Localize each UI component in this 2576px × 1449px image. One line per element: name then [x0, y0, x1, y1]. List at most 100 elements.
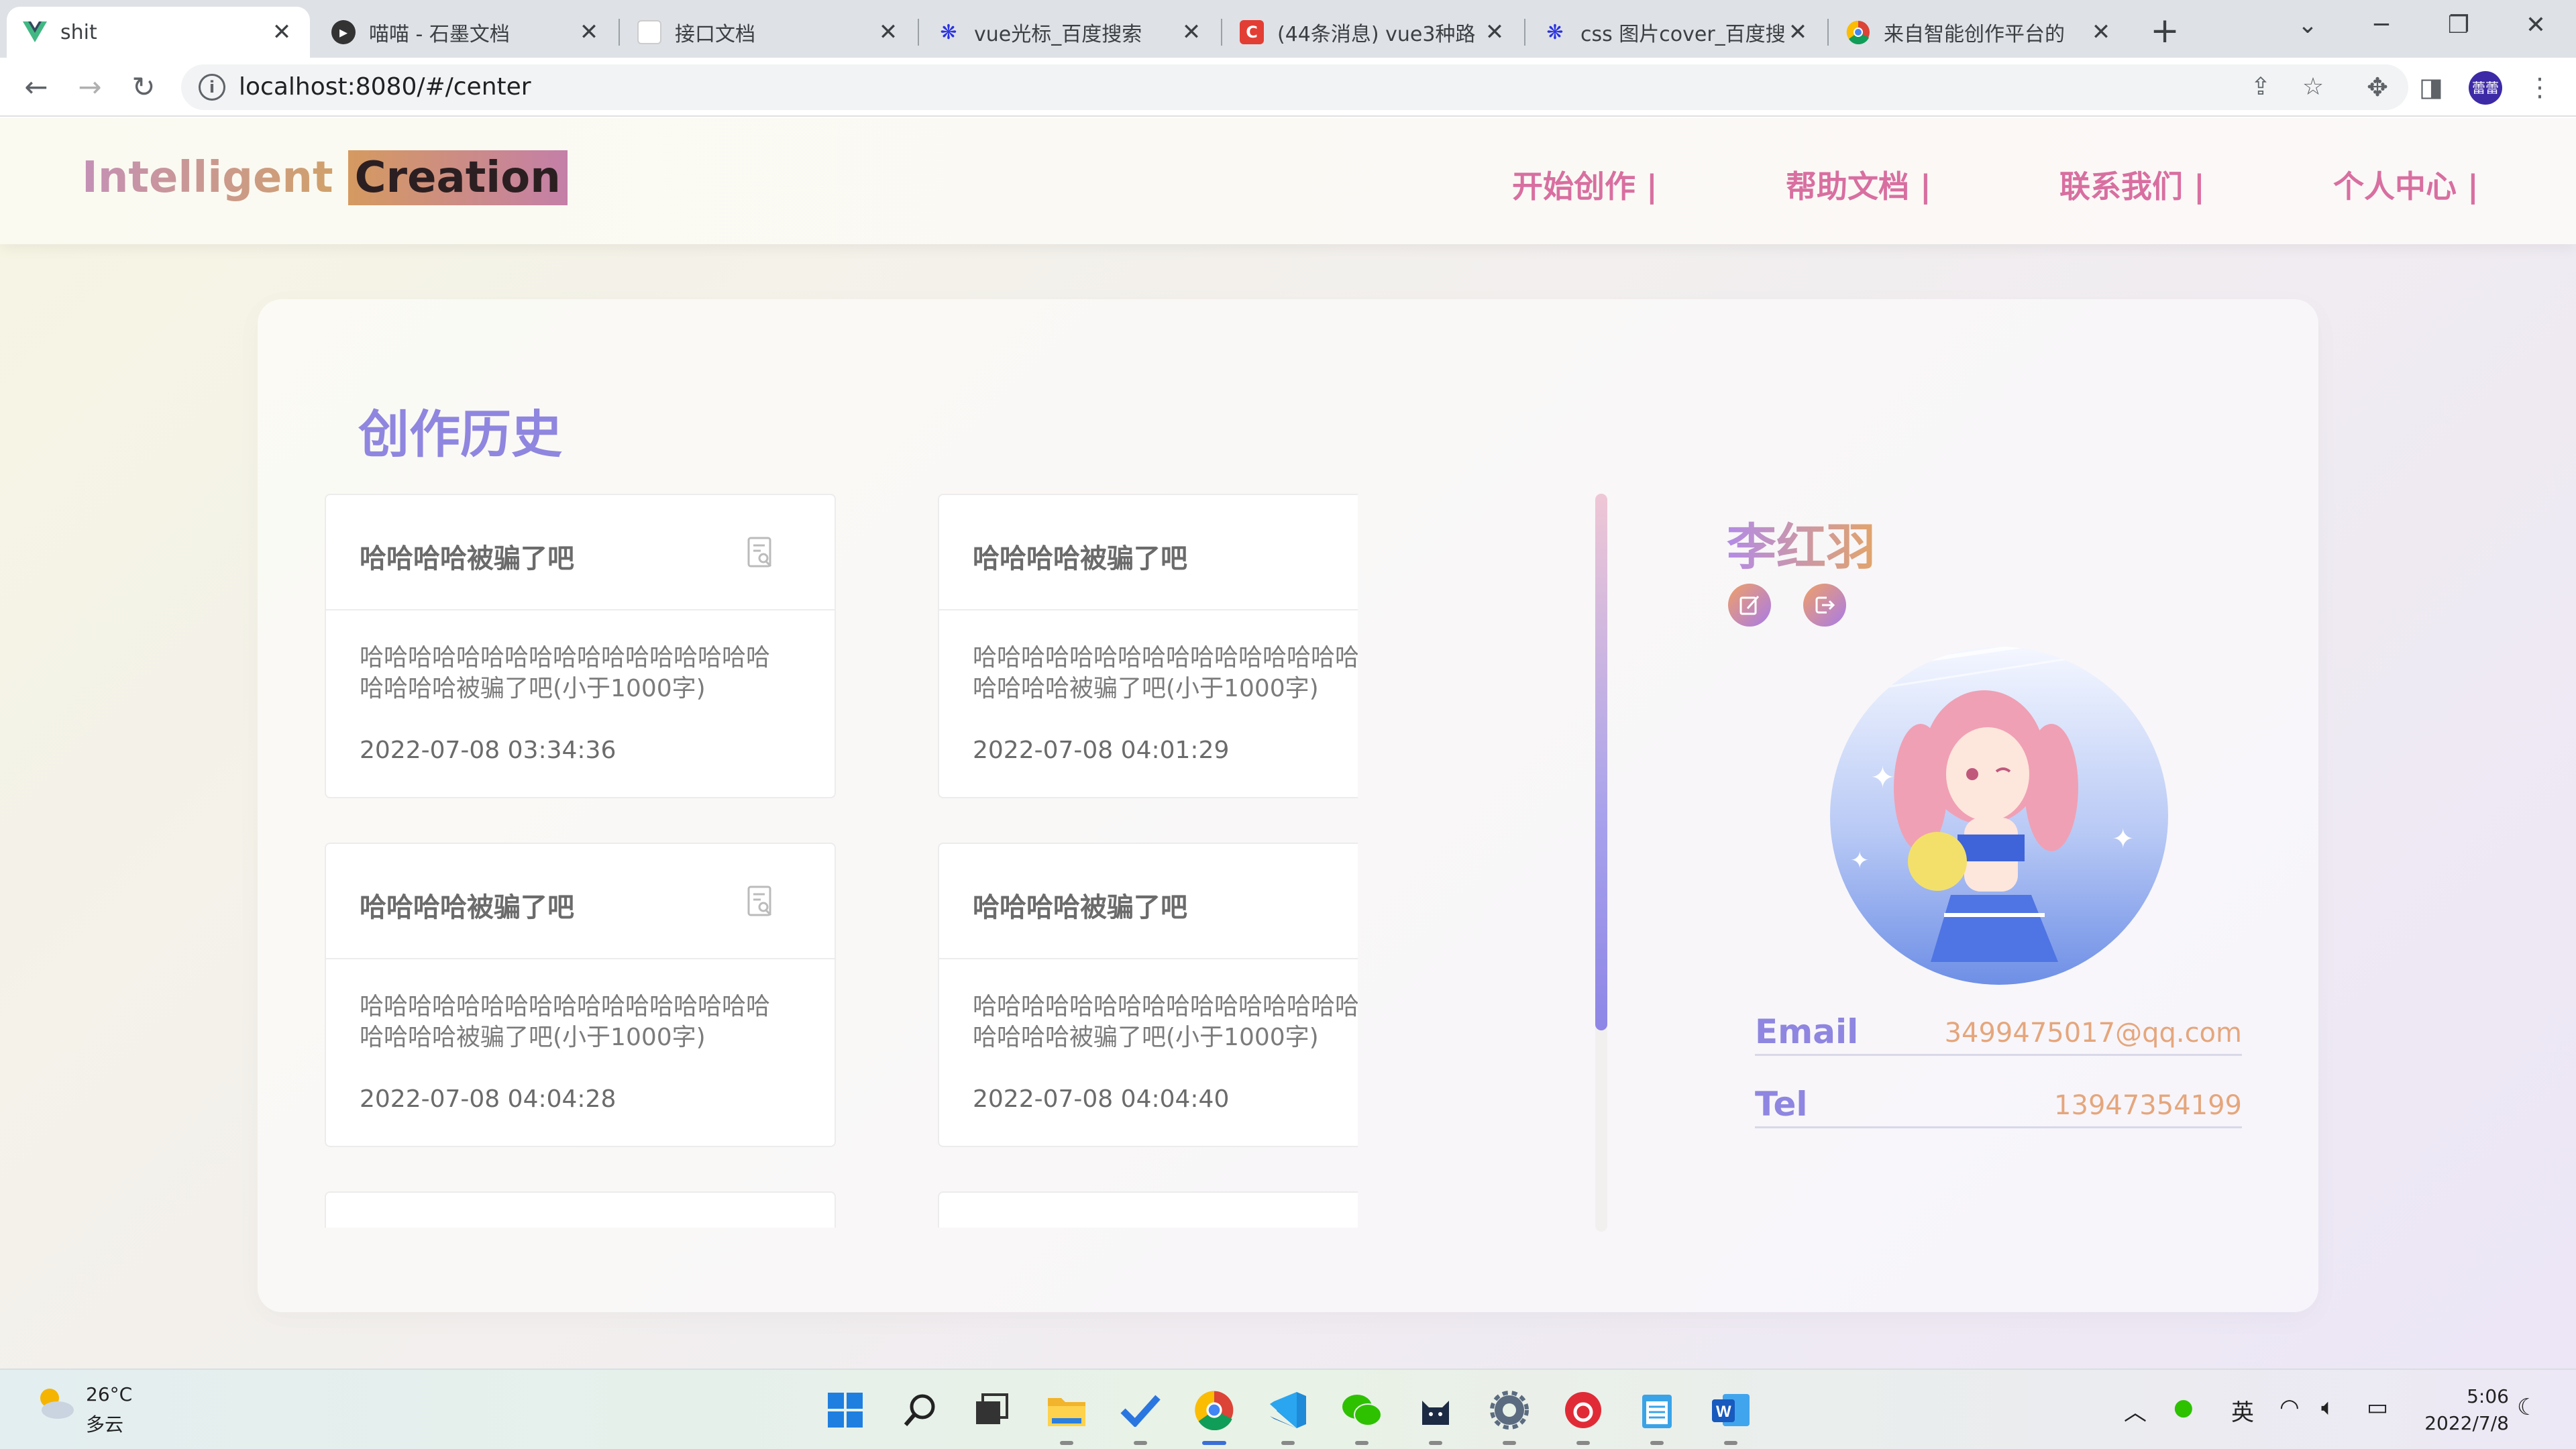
close-tab-icon[interactable]: ✕	[577, 19, 601, 46]
netease-music-app[interactable]	[1558, 1385, 1609, 1445]
history-card-partial[interactable]	[938, 1191, 1358, 1228]
chrome-app[interactable]	[1189, 1385, 1240, 1445]
word-app[interactable]: W	[1705, 1385, 1756, 1445]
side-panel-icon[interactable]: ◨	[2415, 71, 2447, 103]
history-card[interactable]: 哈哈哈哈被骗了吧 哈哈哈哈哈哈哈哈哈哈哈哈哈哈哈哈哈哈哈哈哈被骗了吧(小于100…	[325, 843, 836, 1147]
tab-label: 喵喵 - 石墨文档	[369, 23, 510, 46]
close-tab-icon[interactable]: ✕	[2089, 19, 2113, 46]
nav-start-creation[interactable]: 开始创作 |	[1512, 162, 1658, 207]
profile-avatar[interactable]: 蕾蕾	[2469, 71, 2502, 105]
running-indicator	[1650, 1441, 1664, 1445]
browser-tab[interactable]: ❋ vue光标_百度搜索 ✕	[920, 7, 1220, 58]
restore-button[interactable]: ❐	[2422, 0, 2496, 51]
csdn-icon: C	[1240, 20, 1264, 44]
menu-kebab-icon[interactable]: ⋮	[2524, 71, 2556, 103]
edit-profile-button[interactable]	[1728, 584, 1771, 627]
logout-button[interactable]	[1803, 584, 1846, 627]
email-row: Email 3499475017@qq.com	[1755, 1009, 2242, 1056]
tel-row: Tel 13947354199	[1755, 1081, 2242, 1128]
svg-text:✦: ✦	[1870, 761, 1895, 795]
battery-icon[interactable]: ▭	[2367, 1394, 2388, 1421]
browser-tab[interactable]: 来自智能创作平台的 ✕	[1830, 7, 2129, 58]
bookmark-star-icon[interactable]: ☆	[2298, 72, 2328, 102]
search-button[interactable]	[895, 1385, 946, 1436]
wechat-tray-icon[interactable]: ●	[2174, 1394, 2194, 1421]
history-scrollbar[interactable]	[1595, 494, 1607, 1232]
user-avatar[interactable]: ✦ ✦ ✦	[1830, 647, 2168, 985]
close-tab-icon[interactable]: ✕	[1786, 19, 1810, 46]
close-tab-icon[interactable]: ✕	[270, 19, 294, 46]
site-header: Intelligent Creation 开始创作 | 帮助文档 | 联系我们 …	[0, 118, 2576, 244]
wifi-icon[interactable]: ◠	[2279, 1394, 2300, 1421]
document-search-icon[interactable]	[747, 885, 774, 918]
history-card-list[interactable]: 哈哈哈哈被骗了吧 哈哈哈哈哈哈哈哈哈哈哈哈哈哈哈哈哈哈哈哈哈被骗了吧(小于100…	[325, 494, 1358, 1228]
vue-logo-icon	[23, 20, 47, 44]
nav-contact-us[interactable]: 联系我们 |	[2059, 162, 2205, 207]
minimize-button[interactable]: ─	[2345, 0, 2418, 51]
nav-personal-center[interactable]: 个人中心 |	[2333, 162, 2479, 207]
tab-separator	[619, 19, 620, 46]
browser-tab[interactable]: shit ✕	[7, 7, 310, 58]
vscode-app[interactable]	[1263, 1385, 1313, 1445]
site-info-icon[interactable]: i	[199, 74, 225, 101]
weather-condition: 多云	[86, 1413, 124, 1436]
forward-arrow-icon[interactable]: →	[70, 67, 110, 107]
back-arrow-icon[interactable]: ←	[16, 67, 56, 107]
url-text[interactable]: localhost:8080/#/center	[239, 64, 531, 110]
close-tab-icon[interactable]: ✕	[1483, 19, 1507, 46]
reload-icon[interactable]: ↻	[123, 67, 164, 107]
card-description: 哈哈哈哈哈哈哈哈哈哈哈哈哈哈哈哈哈哈哈哈哈被骗了吧(小于1000字)	[973, 993, 1358, 1051]
history-card[interactable]: 哈哈哈哈被骗了吧 哈哈哈哈哈哈哈哈哈哈哈哈哈哈哈哈哈哈哈哈哈被骗了吧(小于100…	[325, 494, 836, 798]
file-explorer-app[interactable]	[1041, 1385, 1092, 1445]
weather-widget[interactable]: 26°C 多云	[32, 1383, 132, 1436]
close-tab-icon[interactable]: ✕	[876, 19, 900, 46]
ime-indicator[interactable]: 英	[2231, 1394, 2254, 1427]
browser-tab[interactable]: ▸ 喵喵 - 石墨文档 ✕	[315, 7, 617, 58]
svg-text:✦: ✦	[1850, 847, 1870, 874]
browser-tab[interactable]: C (44条消息) vue3种路 ✕	[1224, 7, 1523, 58]
document-search-icon[interactable]	[747, 537, 774, 569]
scrollbar-thumb[interactable]	[1595, 494, 1607, 1030]
tab-label: vue光标_百度搜索	[974, 23, 1142, 46]
close-tab-icon[interactable]: ✕	[1179, 19, 1203, 46]
browser-tab[interactable]: ❋ css 图片cover_百度搜 ✕	[1527, 7, 1826, 58]
windows-taskbar: 26°C 多云 W ︿ ● 英 ◠ 🔈︎ ▭ 5:06 2022/7/8 ☾	[0, 1368, 2576, 1449]
tab-label: css 图片cover_百度搜	[1580, 23, 1786, 46]
volume-icon[interactable]: 🔈︎	[2321, 1394, 2334, 1421]
browser-tab[interactable]: 接口文档 ✕	[621, 7, 916, 58]
tab-search-icon[interactable]: ⌄	[2271, 0, 2345, 51]
close-window-button[interactable]: ✕	[2499, 0, 2573, 51]
tab-separator	[918, 19, 919, 46]
show-hidden-icons-chevron-icon[interactable]: ︿	[2124, 1394, 2147, 1427]
new-tab-button[interactable]: +	[2143, 9, 2186, 52]
windows-logo-icon	[828, 1393, 863, 1428]
notification-moon-icon[interactable]: ☾	[2517, 1394, 2537, 1421]
user-center-panel: 创作历史 哈哈哈哈被骗了吧 哈哈哈哈哈哈哈哈哈哈哈哈哈哈哈哈哈哈哈哈哈被骗了吧(…	[258, 299, 2318, 1312]
task-view-button[interactable]	[966, 1385, 1017, 1436]
address-bar[interactable]: i localhost:8080/#/center ⇪ ☆	[181, 64, 2408, 110]
history-card-partial[interactable]	[325, 1191, 836, 1228]
extensions-puzzle-icon[interactable]: ✥	[2361, 71, 2394, 103]
weather-temperature: 26°C	[86, 1383, 133, 1405]
todo-app[interactable]	[1115, 1385, 1166, 1445]
notepad-app[interactable]	[1631, 1385, 1682, 1445]
system-clock[interactable]: 5:06 2022/7/8	[2402, 1383, 2509, 1437]
history-card[interactable]: 哈哈哈哈被骗了吧 哈哈哈哈哈哈哈哈哈哈哈哈哈哈哈哈哈哈哈哈哈被骗了吧(小于100…	[938, 843, 1358, 1147]
share-icon[interactable]: ⇪	[2246, 72, 2275, 102]
browser-toolbar: ← → ↻ i localhost:8080/#/center ⇪ ☆ ✥ ◨ …	[0, 58, 2576, 117]
email-label: Email	[1755, 1012, 1859, 1051]
gear-icon	[1490, 1391, 1529, 1430]
netease-music-icon	[1565, 1392, 1601, 1428]
cat-app[interactable]	[1410, 1385, 1461, 1445]
nav-help-docs[interactable]: 帮助文档 |	[1786, 162, 1931, 207]
start-button[interactable]	[820, 1385, 871, 1436]
page-viewport: Intelligent Creation 开始创作 | 帮助文档 | 联系我们 …	[0, 118, 2576, 1368]
tab-separator	[1827, 19, 1829, 46]
site-logo[interactable]: Intelligent Creation	[82, 150, 568, 205]
baidu-paw-icon: ❋	[940, 20, 957, 44]
wechat-app[interactable]	[1336, 1385, 1387, 1445]
folder-icon	[1048, 1398, 1085, 1426]
settings-app[interactable]	[1484, 1385, 1535, 1445]
history-card[interactable]: 哈哈哈哈被骗了吧 哈哈哈哈哈哈哈哈哈哈哈哈哈哈哈哈哈哈哈哈哈被骗了吧(小于100…	[938, 494, 1358, 798]
clock-date: 2022/7/8	[2424, 1412, 2509, 1434]
